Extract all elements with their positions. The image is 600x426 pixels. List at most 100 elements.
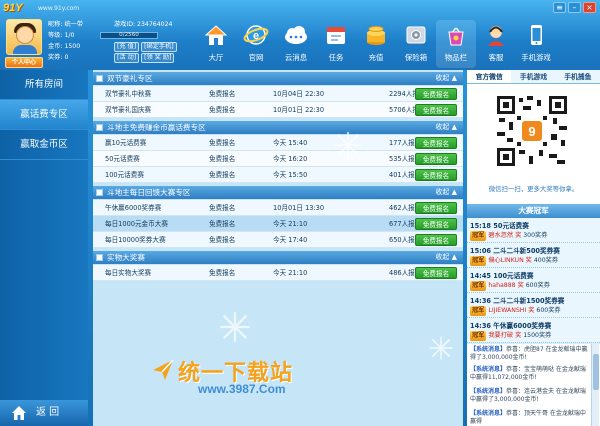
nav-website[interactable]: e 官网 <box>236 20 276 68</box>
champion-name: 偏心LINKUN <box>488 257 524 264</box>
activity-link[interactable]: [活 动] <box>114 53 140 63</box>
champion-prize: 400奖券 <box>533 257 559 264</box>
back-button[interactable]: 返 回 <box>0 400 88 426</box>
game-lobby-window: 91Y www.91y.com ≡ – × 个人中心 昵称: 统一带 游戏ID:… <box>0 0 600 426</box>
bind-phone-link[interactable]: [绑定手机] <box>141 42 177 52</box>
table-row[interactable]: 午休赢6000奖券赛 免费报名 10月01日 13:30 462人报名 免费报名 <box>93 200 463 216</box>
match-time: 10月01日 13:30 <box>273 204 325 212</box>
table-row[interactable]: 每日实物大奖赛 免费报名 今天 21:10 486人报名 免费报名 <box>93 265 463 281</box>
watermark-logo-icon <box>153 359 174 380</box>
tab-mobile-game[interactable]: 手机游戏 <box>511 70 555 83</box>
collapse-toggle[interactable]: 收起 ▲ <box>435 186 457 199</box>
nav-customer-service[interactable]: 客服 <box>476 20 516 68</box>
register-button[interactable]: 免费报名 <box>415 218 457 230</box>
main-nav: 大厅 e 官网 云消息 任务 充值 保险箱 物品栏 客服 手机游戏 <box>196 20 600 68</box>
champion-match: 15:06 二斗二斗新500奖券赛 <box>470 247 560 255</box>
match-fee: 免费报名 <box>209 90 236 98</box>
back-label: 返 回 <box>36 407 60 418</box>
nav-inventory[interactable]: 物品栏 <box>436 20 476 68</box>
site-url: www.91y.com <box>38 5 80 12</box>
champion-prize: 1500奖券 <box>523 332 552 339</box>
reward-link[interactable]: [领 奖 励] <box>141 53 175 63</box>
champion-sep: 奖 <box>528 307 535 314</box>
avatar[interactable] <box>6 19 42 55</box>
close-icon[interactable]: × <box>583 2 596 13</box>
champion-sep: 奖 <box>515 232 522 239</box>
champion-name: LIJIEWANSHI <box>488 307 527 314</box>
register-button[interactable]: 免费报名 <box>415 202 457 214</box>
match-name: 每日10000奖券大赛 <box>105 236 166 244</box>
table-row[interactable]: 100元话费赛 免费报名 今天 15:50 401人报名 免费报名 <box>93 167 463 183</box>
list-item: 15:06 二斗二斗新500奖券赛 冠军 偏心LINKUN 奖 400奖券 <box>467 243 600 268</box>
register-button[interactable]: 免费报名 <box>415 153 457 165</box>
match-time: 今天 15:50 <box>273 171 308 179</box>
sidebar-item-win-gold[interactable]: 赢取金币区 <box>0 130 88 160</box>
collapse-toggle[interactable]: 收起 ▲ <box>435 72 457 85</box>
match-fee: 免费报名 <box>209 204 236 212</box>
register-button[interactable]: 免费报名 <box>415 137 457 149</box>
match-fee: 免费报名 <box>209 155 236 163</box>
match-time: 今天 17:40 <box>273 236 308 244</box>
champion-badge: 冠军 <box>470 256 487 266</box>
nav-mobile-game[interactable]: 手机游戏 <box>516 20 556 68</box>
list-item: 【系统消息】恭喜：顶天牛哥 在金龙献瑞中赢得 <box>470 410 588 426</box>
champion-match: 15:18 50元话费赛 <box>470 222 529 230</box>
nav-lobby[interactable]: 大厅 <box>196 20 236 68</box>
gold-label: 金币: <box>48 43 63 50</box>
message-tag: 【系统消息】 <box>470 388 507 395</box>
customer-service-icon <box>488 26 504 46</box>
sidebar-item-win-phone-credit[interactable]: 赢话费专区 <box>0 100 88 130</box>
nav-cloud-message[interactable]: 云消息 <box>276 20 316 68</box>
home-icon <box>12 406 26 420</box>
nav-recharge[interactable]: 充值 <box>356 20 396 68</box>
nav-label: 客服 <box>488 53 504 62</box>
collapse-toggle[interactable]: 收起 ▲ <box>435 121 457 134</box>
window-controls: ≡ – × <box>553 2 596 13</box>
tab-mobile-fishing[interactable]: 手机捕鱼 <box>556 70 600 83</box>
table-row[interactable]: 赢10元话费赛 免费报名 今天 15:40 177人报名 免费报名 <box>93 135 463 151</box>
gift-bag-icon <box>448 27 464 46</box>
game-id: 234764024 <box>137 21 173 28</box>
register-button[interactable]: 免费报名 <box>415 88 457 100</box>
register-button[interactable]: 免费报名 <box>415 169 457 181</box>
qr-code-icon: 9 <box>495 94 569 168</box>
table-row[interactable]: 双节豪礼国庆赛 免费报名 10月01日 22:30 5706人报名 免费报名 <box>93 102 463 118</box>
personal-center-button[interactable]: 个人中心 <box>5 57 43 68</box>
home-icon <box>204 25 228 45</box>
nav-safe[interactable]: 保险箱 <box>396 20 436 68</box>
champions-title: 大赛冠军 <box>467 204 600 218</box>
section-title: 斗地主每日回馈大赛专区 <box>107 188 191 197</box>
nav-label: 任务 <box>328 53 344 62</box>
menu-icon[interactable]: ≡ <box>553 2 566 13</box>
points-amount: 0 <box>64 54 69 61</box>
svg-text:9: 9 <box>528 124 535 139</box>
match-fee: 免费报名 <box>209 269 236 277</box>
nav-task[interactable]: 任务 <box>316 20 356 68</box>
register-button[interactable]: 免费报名 <box>415 104 457 116</box>
snowflake-icon <box>335 132 361 158</box>
champion-prize: 300奖券 <box>523 232 548 239</box>
collapse-toggle[interactable]: 收起 ▲ <box>435 251 457 264</box>
table-row[interactable]: 每日1000元金币大赛 免费报名 今天 21:10 677人报名 免费报名 <box>93 216 463 232</box>
recharge-link[interactable]: [充 值] <box>114 42 140 52</box>
mobile-phone-icon <box>531 25 542 45</box>
register-button[interactable]: 免费报名 <box>415 267 457 279</box>
tab-wechat[interactable]: 官方微信 <box>467 70 512 83</box>
right-panel: 官方微信 手机游戏 手机捕鱼 9 微信扫一扫，更多大奖等你拿。 大赛冠军 15:… <box>467 70 600 426</box>
match-time: 今天 15:40 <box>273 139 308 147</box>
section-header: 实物大奖赛 收起 ▲ <box>93 251 463 264</box>
match-name: 双节豪礼中秋赛 <box>105 90 152 98</box>
table-row[interactable]: 50元话费赛 免费报名 今天 16:20 535人报名 免费报名 <box>93 151 463 167</box>
sidebar-item-all-rooms[interactable]: 所有房间 <box>0 70 88 100</box>
match-time: 今天 21:10 <box>273 269 308 277</box>
message-scrollbar[interactable] <box>591 344 599 426</box>
register-button[interactable]: 免费报名 <box>415 234 457 246</box>
table-row[interactable]: 每日10000奖券大赛 免费报名 今天 17:40 650人报名 免费报名 <box>93 232 463 248</box>
table-row[interactable]: 双节豪礼中秋赛 免费报名 10月04日 22:30 2294人报名 免费报名 <box>93 86 463 102</box>
snowflake-icon <box>429 336 453 360</box>
level: 1/0 <box>64 32 75 39</box>
minimize-icon[interactable]: – <box>568 2 581 13</box>
sidebar: 所有房间 赢话费专区 赢取金币区 返 回 <box>0 70 88 426</box>
nav-label: 物品栏 <box>444 53 468 62</box>
section-title: 实物大奖赛 <box>107 253 145 262</box>
